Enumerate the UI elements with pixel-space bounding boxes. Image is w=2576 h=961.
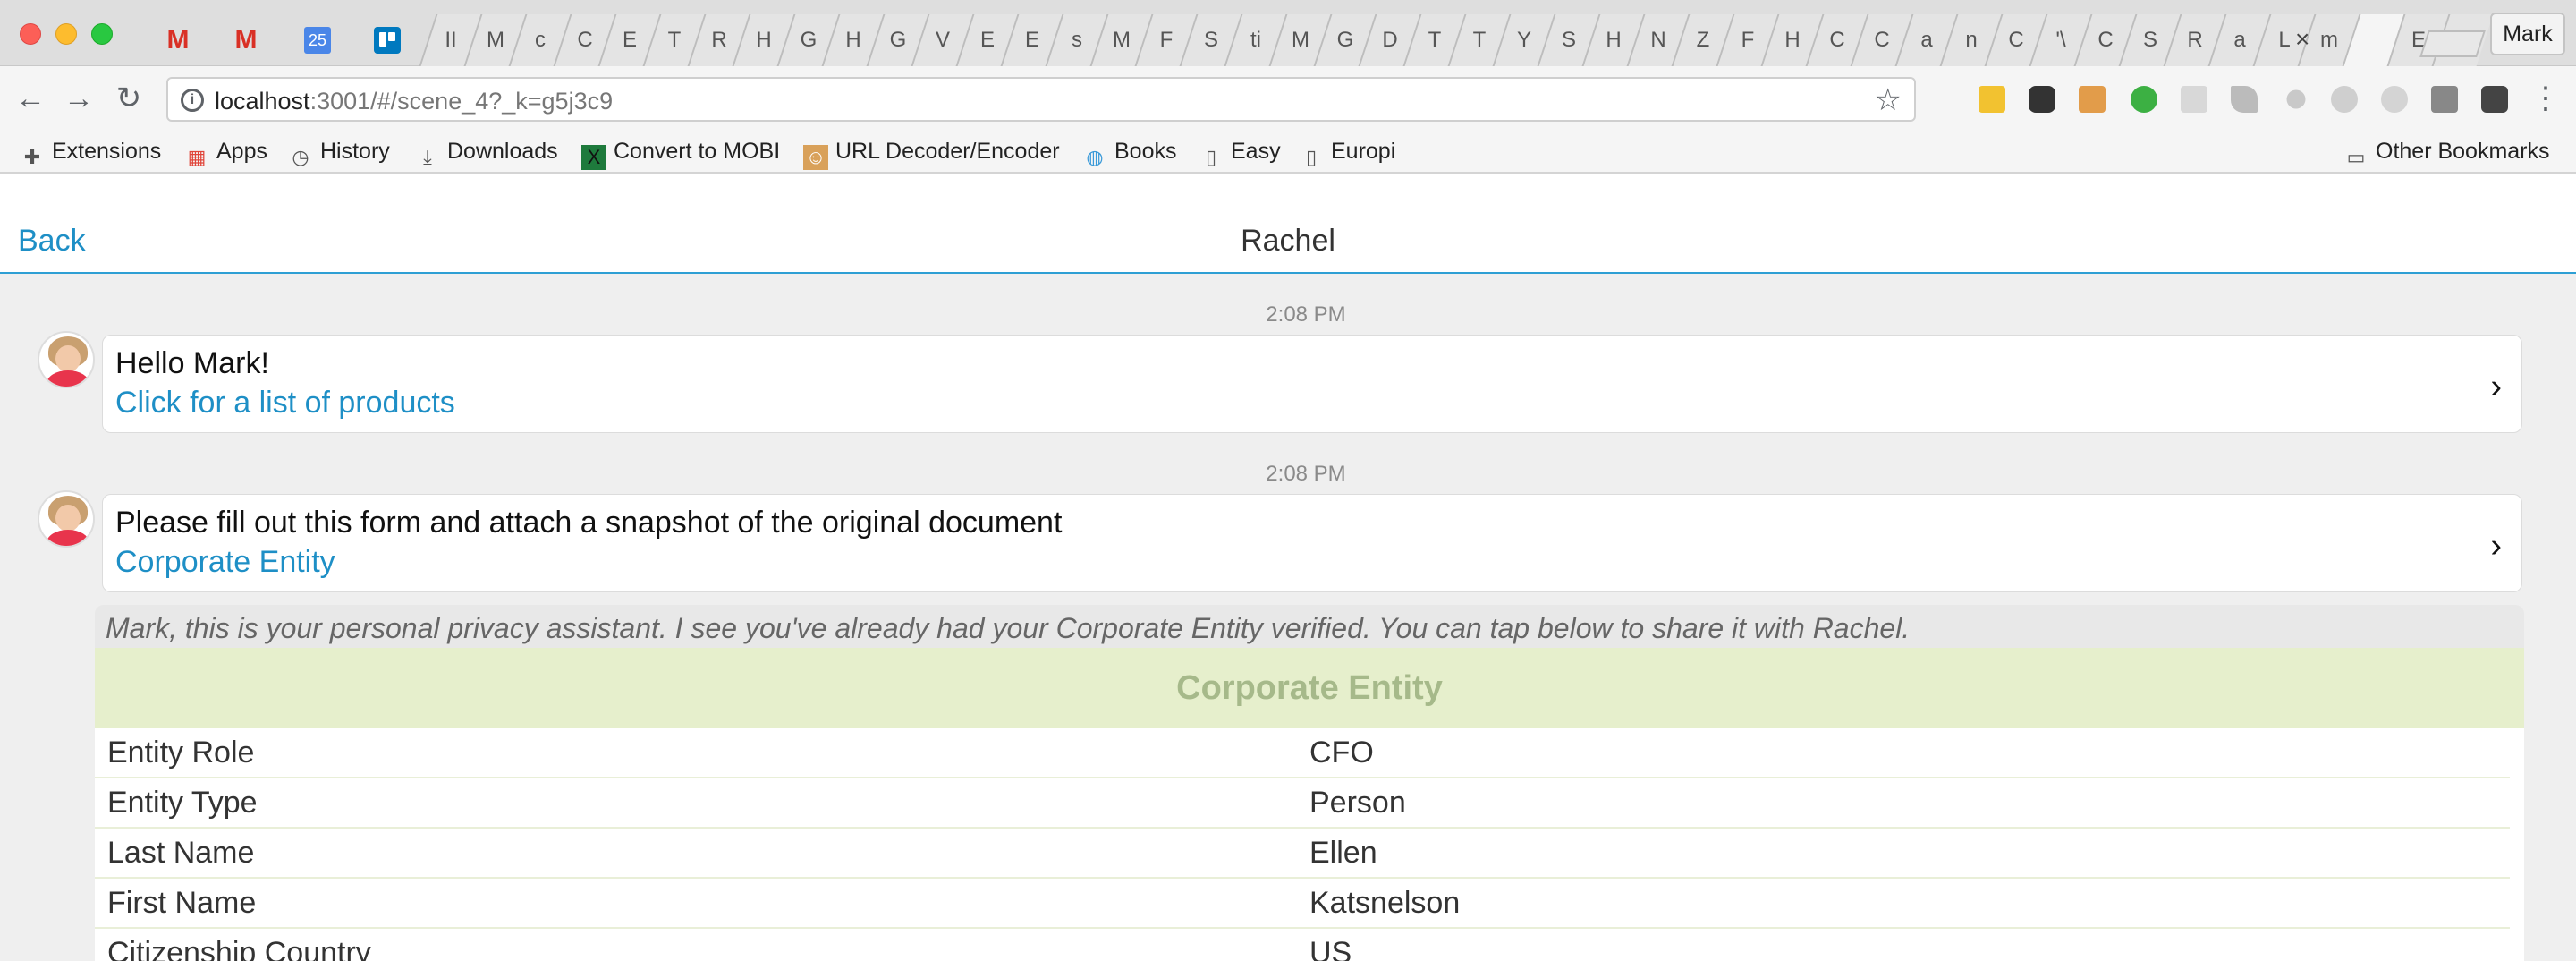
chat-app: Back Rachel 2:08 PM Hello Mark! Click fo… xyxy=(0,174,2576,961)
avatar xyxy=(38,490,95,548)
extension-icon[interactable] xyxy=(1979,86,2005,113)
page-icon: ▯ xyxy=(1305,146,1318,168)
gmail-icon[interactable]: M xyxy=(165,27,191,54)
folder-icon: ▭ xyxy=(2346,146,2366,168)
close-tab-icon[interactable]: × xyxy=(2295,25,2309,54)
url-tool-icon: ☺ xyxy=(803,145,828,170)
star-icon[interactable]: ☆ xyxy=(1875,82,1902,118)
field-label: Entity Role xyxy=(107,736,255,770)
message-bubble[interactable]: Hello Mark! Click for a list of products… xyxy=(102,335,2522,433)
other-bookmarks[interactable]: ▭ Other Bookmarks xyxy=(2343,136,2550,168)
drive-icon[interactable] xyxy=(2231,86,2258,113)
browser-toolbar: ← → ↻ i localhost:3001/#/scene_4?_k=g5j3… xyxy=(0,66,2576,131)
table-row: First Name Katsnelson xyxy=(95,879,2510,929)
history-icon: ◷ xyxy=(292,146,309,168)
page-icon: ▯ xyxy=(1205,146,1217,168)
field-value: Ellen xyxy=(1309,836,1377,870)
extension-icon[interactable] xyxy=(2381,86,2408,113)
table-row: Entity Type Person xyxy=(95,778,2510,829)
message-text: Hello Mark! xyxy=(115,346,269,380)
extension-icon[interactable] xyxy=(2079,86,2106,113)
new-tab-button[interactable] xyxy=(2419,30,2486,57)
field-label: Last Name xyxy=(107,836,255,870)
profile-button[interactable]: Mark xyxy=(2490,13,2565,55)
forward-arrow-icon[interactable]: → xyxy=(61,81,97,116)
extension-icon[interactable] xyxy=(2181,86,2207,113)
message-bubble[interactable]: Please fill out this form and attach a s… xyxy=(102,494,2522,592)
bookmark-easy[interactable]: ▯ Easy xyxy=(1199,136,1281,168)
bookmarks-bar: ✚ Extensions ▦ Apps ◷ History ⤓ Downloads XC… xyxy=(0,131,2576,174)
message-text: Please fill out this form and attach a s… xyxy=(115,506,1063,540)
field-label: Citizenship Country xyxy=(107,936,371,961)
gmail-icon[interactable]: M xyxy=(233,27,259,54)
window-maximize-button[interactable] xyxy=(91,23,113,45)
address-bar[interactable]: i localhost:3001/#/scene_4?_k=g5j3c9 ☆ xyxy=(166,77,1916,122)
bookmark-apps[interactable]: ▦ Apps xyxy=(184,136,267,168)
bookmark-history[interactable]: ◷ History xyxy=(288,136,389,168)
message-timestamp: 2:08 PM xyxy=(1266,462,1346,486)
trello-icon[interactable] xyxy=(374,27,401,54)
reload-icon[interactable]: ↻ xyxy=(111,81,147,116)
bookmark-extensions[interactable]: ✚ Extensions xyxy=(20,136,162,168)
entity-details-table[interactable]: Entity Role CFO Entity Type Person Last … xyxy=(95,728,2524,961)
puzzle-icon: ✚ xyxy=(23,146,41,168)
back-arrow-icon[interactable]: ← xyxy=(13,81,48,116)
table-row: Citizenship Country US xyxy=(95,929,2510,961)
table-row: Entity Role CFO xyxy=(95,728,2510,778)
card-title[interactable]: Corporate Entity xyxy=(95,648,2524,728)
download-icon: ⤓ xyxy=(423,146,432,168)
extension-icon[interactable] xyxy=(2029,86,2055,113)
field-value: Katsnelson xyxy=(1309,886,1461,920)
field-label: Entity Type xyxy=(107,786,258,820)
tab-strip: M M 25 II Mc C E T R H G H G V E Es M F Sti M G D T T Y S H N Z F H… xyxy=(0,0,2576,66)
message-timestamp: 2:08 PM xyxy=(1266,302,1346,327)
tab-list: II Mc C E T R H G H G V E Es M F Sti M G D T T Y S H N Z F H C Ca n C '\… xyxy=(419,14,2576,66)
window-close-button[interactable] xyxy=(20,23,41,45)
books-icon: ◍ xyxy=(1086,146,1104,168)
field-value: CFO xyxy=(1309,736,1374,770)
mobi-icon: X xyxy=(581,145,606,170)
chat-navbar: Back Rachel xyxy=(0,174,2576,274)
field-label: First Name xyxy=(107,886,257,920)
extension-icon[interactable] xyxy=(2331,86,2358,113)
apps-grid-icon: ▦ xyxy=(187,146,207,168)
assistant-note: Mark, this is your personal privacy assi… xyxy=(106,612,1911,644)
calendar-icon[interactable]: 25 xyxy=(304,27,331,54)
avatar xyxy=(38,331,95,388)
privacy-assistant-panel: Mark, this is your personal privacy assi… xyxy=(95,605,2524,961)
url-text[interactable]: localhost:3001/#/scene_4?_k=g5j3c9 xyxy=(215,88,613,115)
extension-icon[interactable] xyxy=(2286,89,2306,109)
extension-icon[interactable] xyxy=(2431,86,2458,113)
extension-icon[interactable] xyxy=(2131,86,2157,113)
products-link[interactable]: Click for a list of products xyxy=(115,386,455,421)
table-row: Last Name Ellen xyxy=(95,829,2510,879)
menu-icon[interactable]: ⋮ xyxy=(2528,81,2563,116)
field-value: Person xyxy=(1309,786,1406,820)
chat-title: Rachel xyxy=(1241,224,1335,258)
bookmark-books[interactable]: ◍ Books xyxy=(1082,136,1176,168)
pocket-icon[interactable] xyxy=(2481,86,2508,113)
window-minimize-button[interactable] xyxy=(55,23,77,45)
bookmark-convert-to-mobi[interactable]: X Convert to MOBI xyxy=(581,136,780,170)
field-value: US xyxy=(1309,936,1352,961)
chevron-right-icon: › xyxy=(2490,368,2502,405)
bookmark-europi[interactable]: ▯ Europi xyxy=(1299,136,1395,168)
info-icon[interactable]: i xyxy=(181,89,204,112)
bookmark-url-decoder[interactable]: ☺ URL Decoder/Encoder xyxy=(803,136,1060,170)
bookmark-downloads[interactable]: ⤓ Downloads xyxy=(415,136,558,168)
chevron-right-icon: › xyxy=(2490,527,2502,565)
corporate-entity-link[interactable]: Corporate Entity xyxy=(115,545,335,580)
